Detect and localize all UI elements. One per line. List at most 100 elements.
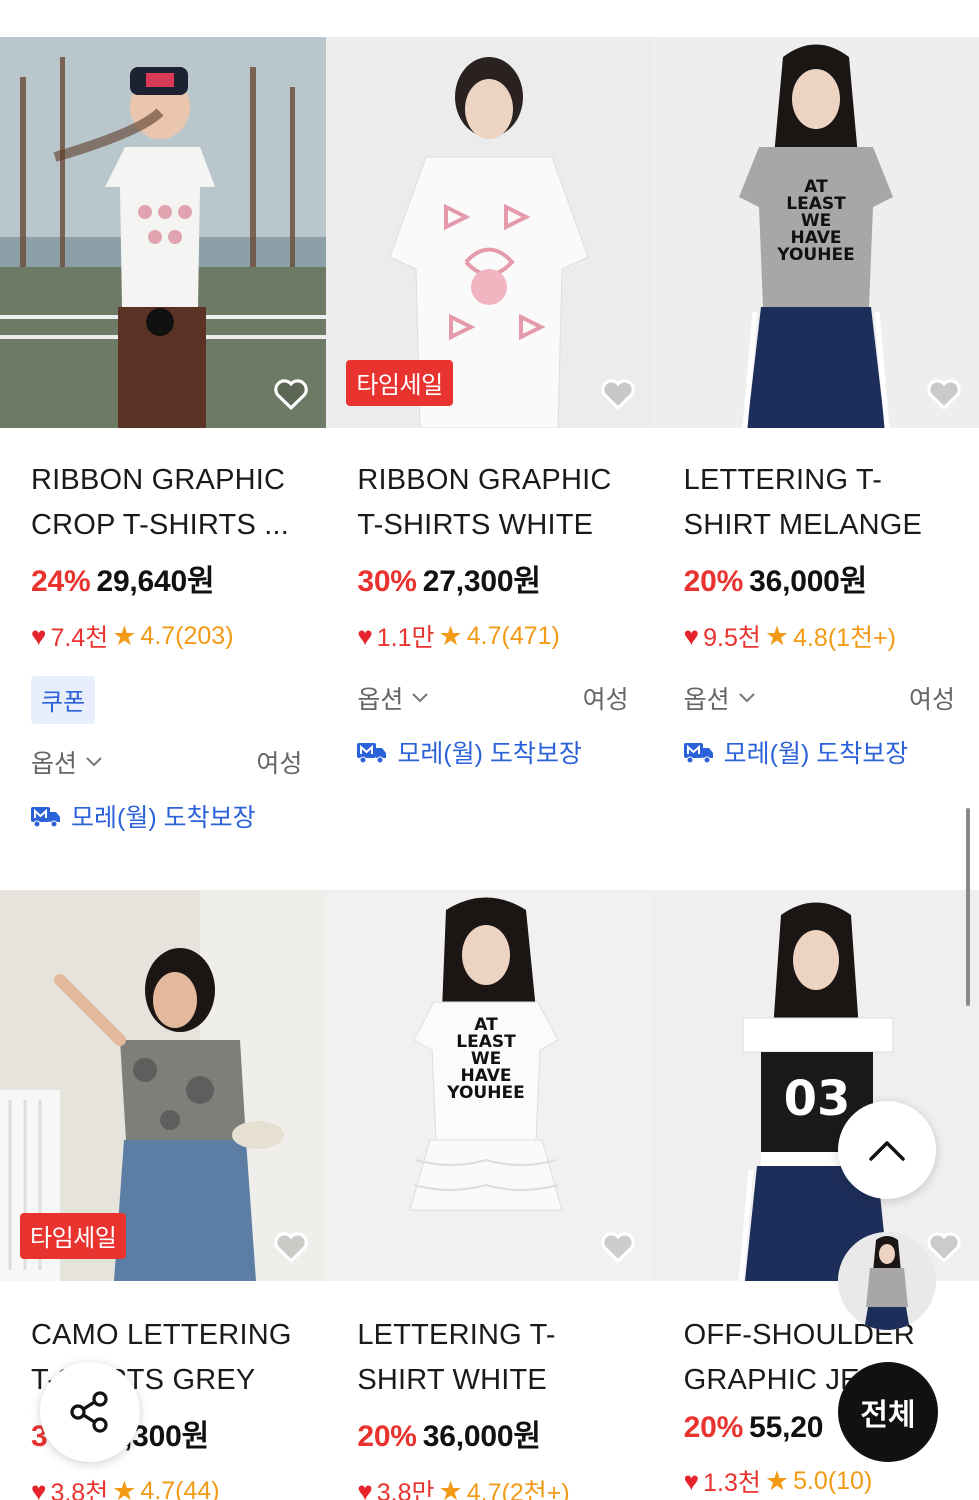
recent-product-photo — [838, 1232, 936, 1330]
view-all-button[interactable]: 전체 — [838, 1362, 938, 1462]
product-photo: 03 — [652, 890, 979, 1281]
like-count: 9.5천 — [703, 624, 761, 652]
share-icon — [70, 1391, 108, 1433]
delivery-guarantee: 모레(월) 도착보장 — [357, 734, 628, 770]
product-image[interactable]: 타임세일 — [326, 37, 653, 428]
recent-product-thumbnail[interactable] — [838, 1232, 936, 1330]
price-line: 20% 36,000원 — [357, 1411, 628, 1455]
star-icon: ★ — [438, 1475, 463, 1500]
product-name[interactable]: LETTERING T-SHIRT WHITE — [357, 1313, 628, 1403]
product-photo: ATLEASTWEHAVEYOUHEE — [326, 890, 653, 1281]
like-count: 7.4천 — [50, 624, 109, 652]
product-card[interactable]: AT LEAST WE HAVE YOUHEE LETTERING T-SHIRT ME… — [652, 37, 979, 890]
product-image[interactable]: AT LEAST WE HAVE YOUHEE — [652, 37, 979, 428]
price-line: 24% 29,640원 — [31, 556, 302, 600]
share-button[interactable] — [40, 1362, 140, 1462]
star-icon: ★ — [112, 1475, 137, 1500]
product-image[interactable]: AT LEAST WE HAVE YOUHEE — [326, 890, 653, 1281]
star-icon: ★ — [438, 620, 463, 651]
gender-label: 여성 — [582, 686, 629, 714]
product-image[interactable]: 03 — [652, 890, 979, 1281]
delivery-guarantee: 모레(월) 도착보장 — [683, 734, 955, 770]
wishlist-heart-icon[interactable] — [597, 1225, 639, 1267]
sale-price: 55,20 — [749, 1411, 824, 1444]
like-heart-icon: ♥ — [357, 1475, 373, 1500]
rating: 5.0(10) — [793, 1466, 873, 1495]
svg-text:YOUHEE: YOUHEE — [776, 245, 854, 265]
svg-text:YOUHEE: YOUHEE — [447, 1083, 525, 1103]
like-count: 3.8천 — [50, 1479, 109, 1500]
wishlist-heart-icon[interactable] — [923, 372, 965, 414]
delivery-truck-icon — [357, 743, 387, 763]
sale-price: 36,000원 — [422, 1420, 541, 1453]
gender-label: 여성 — [256, 750, 303, 778]
sale-price: 29,640원 — [96, 565, 215, 598]
like-heart-icon: ♥ — [357, 620, 373, 651]
option-label: 옵션 — [31, 750, 78, 778]
product-meta: ♥ 3.8만 ★ 4.7(2천+) — [357, 1473, 628, 1500]
product-meta: ♥ 7.4천 ★ 4.7(203) — [31, 618, 302, 654]
option-row: 옵션 여성 — [357, 680, 628, 716]
product-info: LETTERING T-SHIRT WHITE 20% 36,000원 ♥ 3.8… — [326, 1281, 652, 1500]
option-row: 옵션 여성 — [31, 744, 302, 780]
discount-rate: 20% — [683, 1411, 744, 1444]
scroll-top-button[interactable] — [838, 1101, 936, 1199]
option-label: 옵션 — [683, 686, 730, 714]
delivery-text: 모레(월) 도착보장 — [723, 740, 909, 768]
like-count: 1.1만 — [376, 624, 435, 652]
rating: 4.8(1천+) — [793, 624, 896, 652]
product-meta: ♥ 3.8천 ★ 4.7(44) — [31, 1473, 302, 1500]
rating: 4.7(2천+) — [466, 1479, 570, 1500]
product-name[interactable]: RIBBON GRAPHIC CROP T-SHIRTS ... — [31, 458, 302, 548]
product-name[interactable]: RIBBON GRAPHIC T-SHIRTS WHITE — [357, 458, 628, 548]
price-line: 20% 36,000원 — [684, 556, 955, 600]
discount-rate: 30% — [357, 565, 417, 598]
product-photo — [0, 37, 326, 428]
option-toggle[interactable]: 옵션 — [31, 744, 103, 780]
sale-price: 36,000원 — [749, 565, 868, 598]
scrollbar[interactable] — [966, 808, 970, 1006]
product-meta: ♥ 9.5천 ★ 4.8(1천+) — [684, 618, 955, 654]
like-heart-icon: ♥ — [31, 1475, 47, 1500]
option-toggle[interactable]: 옵션 — [684, 680, 756, 716]
wishlist-heart-icon[interactable] — [270, 372, 312, 414]
product-info: RIBBON GRAPHIC CROP T-SHIRTS ... 24% 29,6… — [0, 428, 326, 834]
product-meta: ♥ 1.3천 ★ 5.0(10) — [684, 1463, 955, 1499]
delivery-text: 모레(월) 도착보장 — [71, 804, 256, 832]
delivery-guarantee: 모레(월) 도착보장 — [31, 798, 302, 834]
rating: 4.7(471) — [466, 621, 560, 650]
gender-label: 여성 — [908, 686, 955, 714]
product-card[interactable]: 타임세일 RIBBON GRAPHIC T-SHIRTS WHITE 30% 27… — [326, 37, 653, 890]
discount-rate: 20% — [357, 1420, 417, 1453]
product-card[interactable]: AT LEAST WE HAVE YOUHEE LETTERING T-SHIRT WH… — [326, 890, 653, 1500]
star-icon: ★ — [764, 620, 790, 651]
chevron-down-icon — [86, 757, 102, 767]
timesale-badge: 타임세일 — [20, 1213, 127, 1259]
product-photo: ATLEASTWEHAVEYOUHEE — [652, 37, 979, 428]
svg-text:03: 03 — [783, 1071, 850, 1127]
product-image[interactable] — [0, 37, 326, 428]
product-card[interactable]: RIBBON GRAPHIC CROP T-SHIRTS ... 24% 29,6… — [0, 37, 326, 890]
like-heart-icon: ♥ — [683, 620, 700, 651]
wishlist-heart-icon[interactable] — [270, 1225, 312, 1267]
option-toggle[interactable]: 옵션 — [357, 680, 429, 716]
like-count: 1.3천 — [703, 1469, 761, 1497]
coupon-badge: 쿠폰 — [31, 676, 96, 724]
product-row: 타임세일 CAMO LETTERING T-SHIRTS GREY 3 4,300… — [0, 890, 979, 1500]
product-name[interactable]: LETTERING T-SHIRT MELANGE GR... — [684, 458, 955, 548]
timesale-badge: 타임세일 — [346, 360, 453, 406]
wishlist-heart-icon[interactable] — [597, 372, 639, 414]
product-meta: ♥ 1.1만 ★ 4.7(471) — [357, 618, 628, 654]
chevron-down-icon — [412, 693, 429, 703]
rating: 4.7(203) — [140, 621, 234, 650]
product-row: RIBBON GRAPHIC CROP T-SHIRTS ... 24% 29,6… — [0, 37, 979, 890]
star-icon: ★ — [112, 620, 137, 651]
price-line: 30% 27,300원 — [357, 556, 628, 600]
option-row: 옵션 여성 — [684, 680, 955, 716]
product-image[interactable]: 타임세일 — [0, 890, 326, 1281]
delivery-truck-icon — [31, 807, 60, 827]
delivery-text: 모레(월) 도착보장 — [397, 740, 582, 768]
option-label: 옵션 — [357, 686, 404, 714]
chevron-up-icon — [869, 1141, 905, 1161]
like-heart-icon: ♥ — [683, 1465, 700, 1496]
